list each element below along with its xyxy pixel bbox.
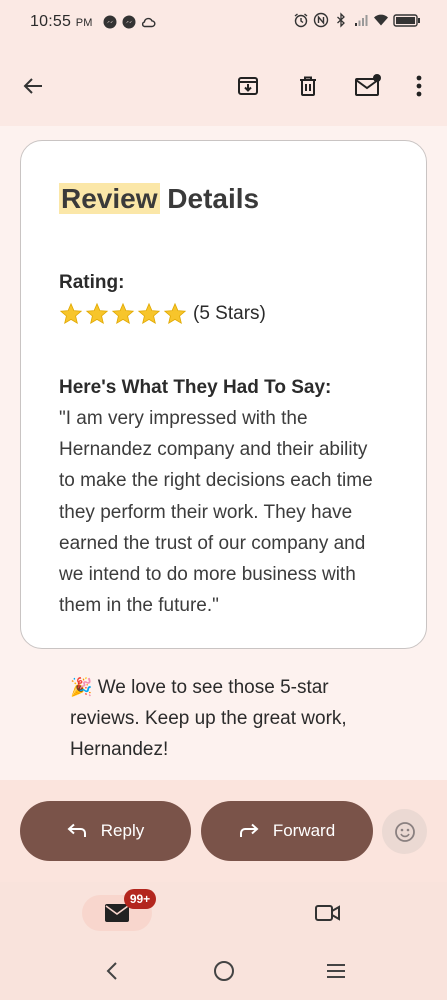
messenger-icon: [103, 15, 117, 29]
reply-icon: [67, 823, 86, 837]
status-time: 10:55 PM: [30, 13, 93, 30]
system-recents-button[interactable]: [322, 957, 350, 985]
title-highlight: Review: [59, 183, 160, 214]
star-icon: [59, 302, 83, 325]
home-circle-icon: [214, 961, 234, 981]
status-bar: 10:55 PM: [0, 0, 447, 46]
reply-bar: Reply Forward: [0, 780, 447, 882]
message-toolbar: [0, 46, 447, 126]
trash-icon: [300, 76, 316, 96]
meet-tab[interactable]: [308, 895, 348, 931]
system-status-icons: [293, 12, 421, 28]
forward-icon: [239, 823, 259, 837]
wifi-icon: [374, 14, 388, 26]
more-vert-icon: [416, 75, 422, 97]
cloud-icon: [141, 17, 156, 28]
mark-unread-icon: [355, 74, 381, 96]
emoji-reaction-icon: [394, 821, 415, 842]
more-options-button[interactable]: [401, 68, 437, 104]
system-home-button[interactable]: [210, 957, 238, 985]
celebration-note: 🎉 We love to see those 5-star reviews. K…: [70, 672, 400, 765]
delete-button[interactable]: [290, 68, 326, 104]
arrow-left-icon: [23, 78, 42, 94]
title-rest: Details: [159, 183, 260, 214]
menu-lines-icon: [327, 964, 345, 978]
star-rating: [59, 302, 187, 326]
mark-unread-button[interactable]: [350, 68, 386, 104]
system-navigation: [0, 942, 447, 1000]
star-icon: [111, 302, 135, 325]
notification-icons: [102, 14, 156, 30]
chevron-left-icon: [106, 962, 117, 980]
bluetooth-icon: [337, 12, 345, 28]
reply-button[interactable]: Reply: [20, 801, 191, 861]
archive-button[interactable]: [230, 68, 266, 104]
rating-label: Rating:: [59, 272, 125, 293]
review-text: "I am very impressed with the Hernandez …: [59, 408, 373, 617]
forward-button[interactable]: Forward: [201, 801, 373, 861]
emoji-reaction-button[interactable]: [382, 809, 427, 854]
messenger-icon: [122, 15, 136, 29]
unread-count-badge: 99+: [124, 889, 156, 909]
rating-row: (5 Stars): [59, 297, 388, 331]
star-icon: [137, 302, 161, 325]
back-button[interactable]: [16, 68, 52, 104]
party-emoji: 🎉: [70, 677, 93, 697]
rating-text: (5 Stars): [193, 303, 266, 324]
email-body: Review Details Rating: (5 Stars) Here's …: [0, 126, 447, 780]
star-icon: [163, 302, 187, 325]
bottom-navigation: 99+: [0, 882, 447, 942]
review-title: Review Details: [59, 181, 388, 217]
alarm-icon: [294, 13, 308, 28]
forward-label: Forward: [272, 821, 336, 840]
reply-label: Reply: [100, 821, 145, 840]
battery-icon: [393, 14, 420, 27]
signal-icon: [355, 15, 368, 26]
archive-icon: [238, 77, 258, 95]
review-quote-label: Here's What They Had To Say:: [59, 377, 332, 398]
nfc-icon: [313, 12, 329, 28]
video-icon: [315, 905, 340, 921]
review-card: Review Details Rating: (5 Stars) Here's …: [20, 140, 427, 649]
system-back-button[interactable]: [98, 957, 126, 985]
note-text: We love to see those 5-star reviews. Kee…: [70, 677, 347, 760]
star-icon: [85, 302, 109, 325]
